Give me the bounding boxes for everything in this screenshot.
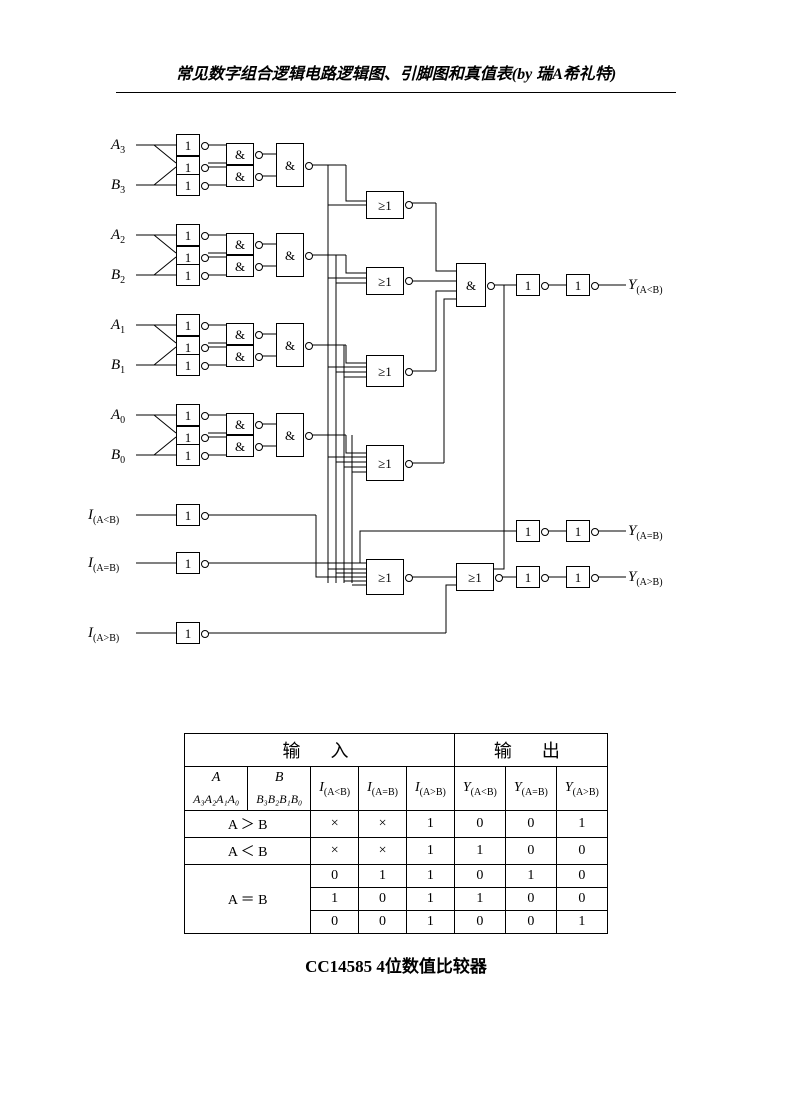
gate-and: &: [226, 323, 254, 345]
gate-and: &: [226, 413, 254, 435]
gate-buffer: 1: [176, 552, 200, 574]
table-row: A B I(A<B) I(A=B) I(A>B) Y(A<B) Y(A=B) Y…: [185, 767, 608, 790]
gate-or: ≥1: [366, 191, 404, 219]
gate-and: &: [276, 413, 304, 457]
label-B2: B2: [111, 267, 125, 286]
label-A0: A0: [111, 407, 125, 426]
gate-buffer: 1: [176, 134, 200, 156]
label-A3: A3: [111, 137, 125, 156]
label-IeqB: I(A=B): [88, 555, 119, 574]
gate-buffer: 1: [176, 404, 200, 426]
gate-buffer: 1: [176, 504, 200, 526]
hdr-output: 输出: [454, 734, 607, 767]
gate-buffer: 1: [176, 314, 200, 336]
figure-caption: CC14585 4位数值比较器: [0, 952, 792, 977]
gate-or: ≥1: [366, 355, 404, 387]
label-B3: B3: [111, 177, 125, 196]
label-A1: A1: [111, 317, 125, 336]
label-B0: B0: [111, 447, 125, 466]
gate-buffer: 1: [516, 566, 540, 588]
gate-buffer: 1: [176, 444, 200, 466]
gate-or: ≥1: [456, 563, 494, 591]
gate-buffer: 1: [516, 274, 540, 296]
label-B1: B1: [111, 357, 125, 376]
gate-buffer: 1: [176, 622, 200, 644]
gate-and: &: [226, 165, 254, 187]
table-row: 输入 输出: [185, 734, 608, 767]
gate-and: &: [226, 255, 254, 277]
page-header: 常见数字组合逻辑电路逻辑图、引脚图和真值表(by 瑞A希礼特): [116, 0, 676, 93]
truth-table: 输入 输出 A B I(A<B) I(A=B) I(A>B) Y(A<B) Y(…: [184, 733, 608, 934]
gate-buffer: 1: [176, 264, 200, 286]
label-A2: A2: [111, 227, 125, 246]
gate-and: &: [226, 233, 254, 255]
table-row: A ＝ B 011 010: [185, 865, 608, 888]
gate-buffer: 1: [566, 520, 590, 542]
label-Ylt: Y(A<B): [628, 277, 663, 296]
gate-buffer: 1: [566, 566, 590, 588]
gate-and: &: [276, 233, 304, 277]
gate-and: &: [456, 263, 486, 307]
label-IltB: I(A<B): [88, 507, 119, 526]
logic-diagram: A3 B3 A2 B2 A1 B1 A0 B0 I(A<B) I(A=B) I(…: [116, 123, 676, 723]
hdr-input: 输入: [185, 734, 455, 767]
label-Yeq: Y(A=B): [628, 523, 663, 542]
gate-or: ≥1: [366, 267, 404, 295]
gate-or: ≥1: [366, 445, 404, 481]
gate-and: &: [276, 323, 304, 367]
gate-and: &: [226, 435, 254, 457]
label-Ygt: Y(A>B): [628, 569, 663, 588]
gate-buffer: 1: [566, 274, 590, 296]
gate-and: &: [276, 143, 304, 187]
gate-buffer: 1: [176, 354, 200, 376]
gate-buffer: 1: [176, 174, 200, 196]
label-IgtB: I(A>B): [88, 625, 119, 644]
table-row: A ＜ B ××1 100: [185, 838, 608, 865]
table-row: A ＞ B ××1 001: [185, 811, 608, 838]
gate-buffer: 1: [516, 520, 540, 542]
gate-or: ≥1: [366, 559, 404, 595]
gate-and: &: [226, 143, 254, 165]
gate-and: &: [226, 345, 254, 367]
gate-buffer: 1: [176, 224, 200, 246]
